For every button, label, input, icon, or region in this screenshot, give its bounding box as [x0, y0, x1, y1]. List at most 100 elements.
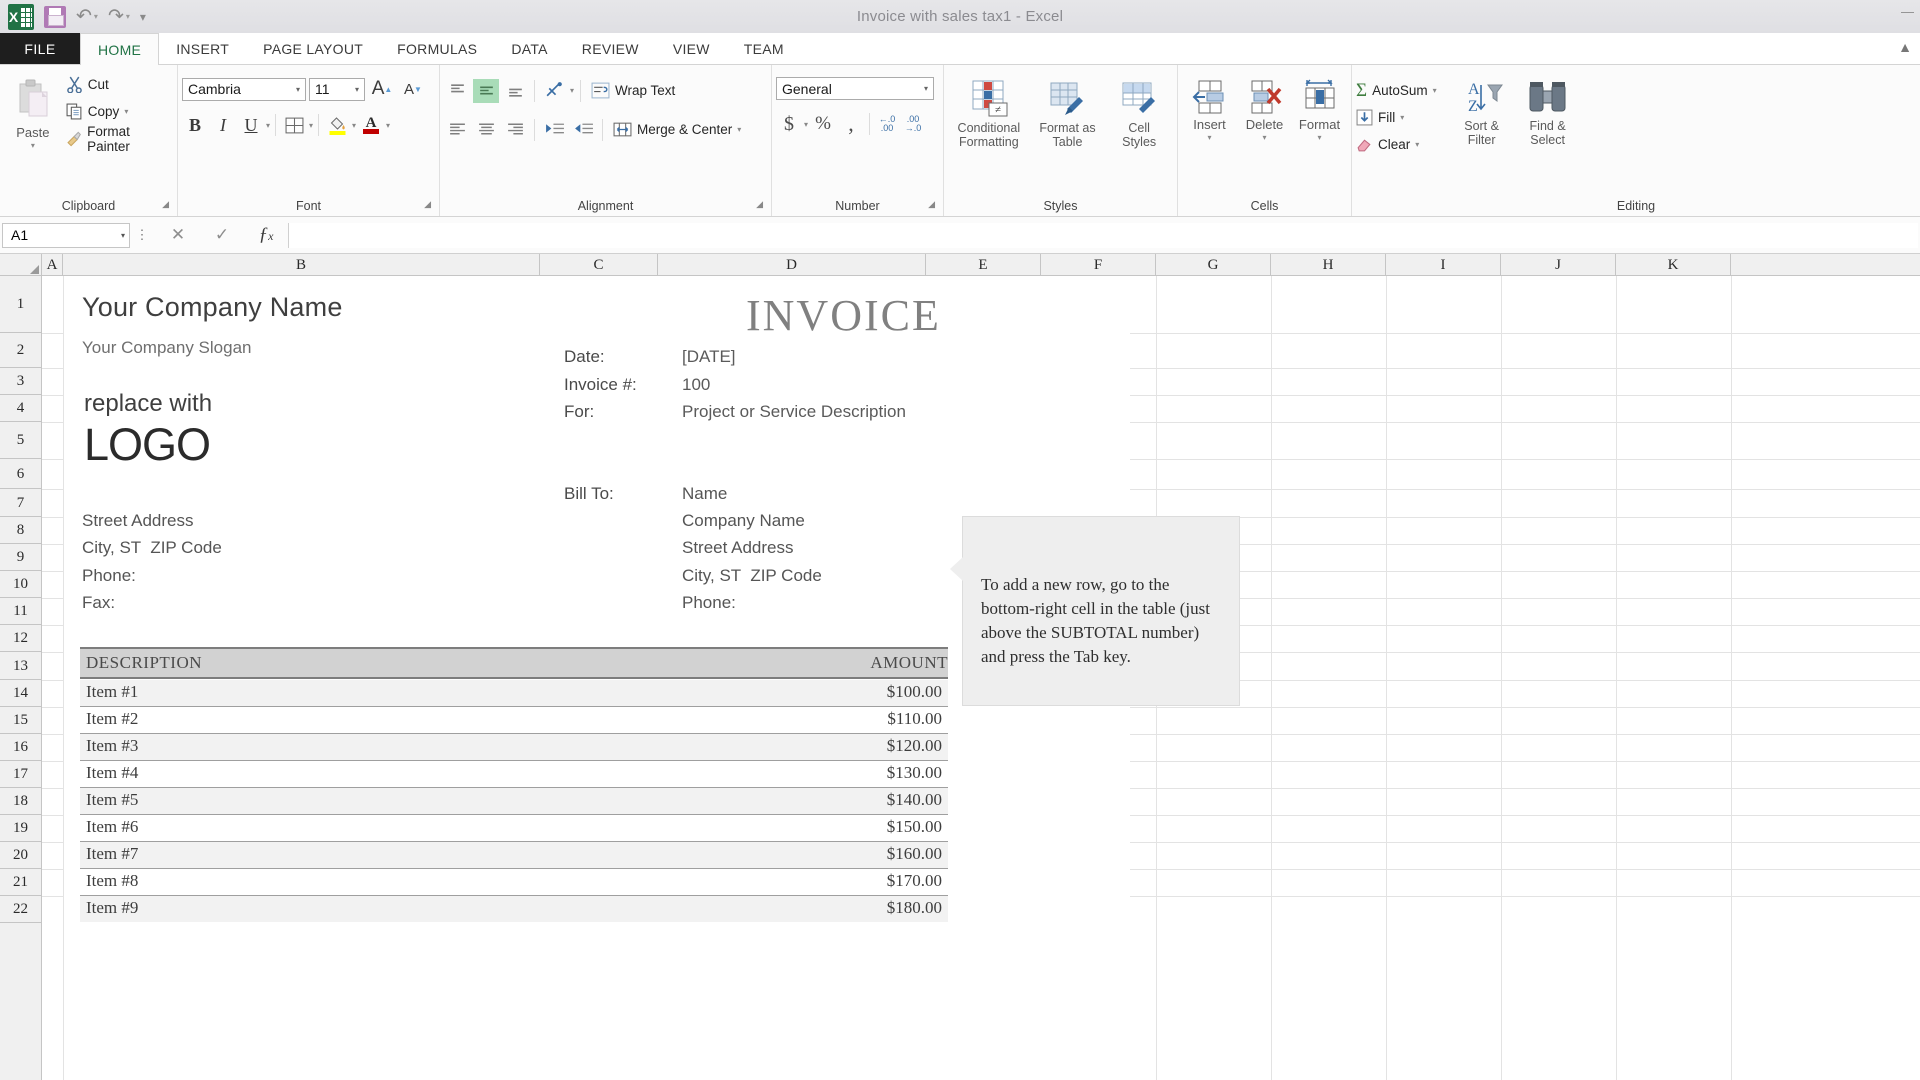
undo-icon[interactable]: ↶ ▾ [76, 7, 98, 26]
table-row-description[interactable]: Item #4 [86, 763, 138, 783]
table-row-amount[interactable]: $110.00 [887, 709, 942, 729]
sort-filter-button[interactable]: A Z Sort & Filter [1449, 75, 1515, 147]
redo-icon[interactable]: ↷ ▾ [108, 7, 130, 26]
row-header-2[interactable]: 2 [0, 333, 41, 368]
save-icon[interactable] [44, 5, 66, 28]
insert-cells-button[interactable]: Insert ▾ [1182, 75, 1237, 142]
percent-button[interactable]: % [810, 112, 836, 136]
number-dialog-launcher[interactable]: ◢ [928, 194, 935, 214]
row-header-9[interactable]: 9 [0, 544, 41, 571]
fx-icon[interactable]: ƒx [244, 224, 288, 246]
comment-callout[interactable]: To add a new row, go to the bottom-right… [950, 516, 1240, 706]
font-name-combo[interactable]: Cambria ▾ [182, 77, 306, 101]
table-row-description[interactable]: Item #1 [86, 682, 138, 702]
table-row-amount[interactable]: $180.00 [887, 898, 942, 918]
minimize-icon[interactable]: — [1901, 4, 1914, 19]
check-icon[interactable]: ✓ [200, 225, 244, 245]
paste-button[interactable]: Paste ▾ [4, 69, 62, 150]
select-all-corner[interactable] [0, 254, 42, 275]
tab-view[interactable]: VIEW [656, 33, 727, 64]
conditional-formatting-button[interactable]: ≠ Conditional Formatting [951, 75, 1027, 149]
collapse-ribbon-icon[interactable]: ▲ [1898, 39, 1912, 55]
row-header-3[interactable]: 3 [0, 368, 41, 395]
column-header-J[interactable]: J [1501, 254, 1616, 275]
tab-review[interactable]: REVIEW [565, 33, 656, 64]
number-format-combo[interactable]: General ▾ [776, 77, 934, 100]
cell-sender-city[interactable]: City, ST ZIP Code [82, 538, 222, 558]
orientation-dropdown-icon[interactable]: ▾ [570, 86, 574, 95]
decrease-indent-button[interactable] [541, 118, 567, 142]
cell-bill-to-phone[interactable]: Phone: [682, 593, 736, 613]
row-header-14[interactable]: 14 [0, 680, 41, 707]
tab-file[interactable]: FILE [0, 33, 80, 64]
underline-button[interactable]: U [238, 113, 264, 137]
tab-formulas[interactable]: FORMULAS [380, 33, 494, 64]
align-bottom-button[interactable] [502, 79, 528, 103]
row-header-5[interactable]: 5 [0, 422, 41, 459]
autosum-button[interactable]: Σ AutoSum ▾ [1356, 77, 1437, 104]
table-row-amount[interactable]: $100.00 [887, 682, 942, 702]
cell-date-value[interactable]: [DATE] [682, 347, 736, 367]
underline-dropdown-icon[interactable]: ▾ [266, 121, 270, 130]
column-header-K[interactable]: K [1616, 254, 1731, 275]
shrink-font-button[interactable]: A ▼ [399, 77, 427, 101]
clipboard-dialog-launcher[interactable]: ◢ [162, 194, 169, 214]
clear-button[interactable]: Clear ▾ [1356, 131, 1437, 158]
cell-sender-street[interactable]: Street Address [82, 511, 194, 531]
column-header-D[interactable]: D [658, 254, 926, 275]
alignment-dialog-launcher[interactable]: ◢ [756, 194, 763, 214]
table-header-amount[interactable]: AMOUNT [870, 653, 948, 673]
fill-color-button[interactable] [324, 113, 350, 137]
table-row-description[interactable]: Item #5 [86, 790, 138, 810]
table-row-description[interactable]: Item #2 [86, 709, 138, 729]
bold-button[interactable]: B [182, 113, 208, 137]
table-row-description[interactable]: Item #6 [86, 817, 138, 837]
cell-logo-placeholder-line2[interactable]: LOGO [84, 419, 211, 471]
row-header-18[interactable]: 18 [0, 788, 41, 815]
column-header-H[interactable]: H [1271, 254, 1386, 275]
cell-sender-fax[interactable]: Fax: [82, 593, 115, 613]
increase-decimal-button[interactable]: ←.0.00 [875, 112, 899, 136]
cell-for-value[interactable]: Project or Service Description [682, 402, 906, 422]
column-header-B[interactable]: B [63, 254, 540, 275]
cell-sender-phone[interactable]: Phone: [82, 566, 136, 586]
grow-font-button[interactable]: A ▲ [368, 77, 396, 101]
row-header-13[interactable]: 13 [0, 652, 41, 680]
wrap-text-button[interactable]: Wrap Text [591, 77, 675, 104]
currency-dropdown-icon[interactable]: ▾ [804, 120, 808, 129]
row-header-21[interactable]: 21 [0, 869, 41, 896]
cut-button[interactable]: Cut [66, 71, 173, 98]
font-color-button[interactable]: A [358, 113, 384, 137]
delete-cells-button[interactable]: Delete ▾ [1237, 75, 1292, 142]
table-row-amount[interactable]: $150.00 [887, 817, 942, 837]
decrease-decimal-button[interactable]: .00 →.0 [901, 112, 925, 136]
row-header-6[interactable]: 6 [0, 459, 41, 489]
table-row-amount[interactable]: $120.00 [887, 736, 942, 756]
column-header-F[interactable]: F [1041, 254, 1156, 275]
comma-button[interactable]: , [838, 112, 864, 136]
column-header-C[interactable]: C [540, 254, 658, 275]
align-top-button[interactable] [444, 79, 470, 103]
cell-bill-to-city[interactable]: City, ST ZIP Code [682, 566, 822, 586]
cell-for-label[interactable]: For: [564, 402, 594, 422]
cell-company-name[interactable]: Your Company Name [82, 292, 343, 323]
cell-invoice-number-value[interactable]: 100 [682, 375, 710, 395]
tab-insert[interactable]: INSERT [159, 33, 246, 64]
cell-bill-to-company[interactable]: Company Name [682, 511, 805, 531]
merge-center-button[interactable]: Merge & Center ▾ [613, 116, 741, 143]
cell-logo-placeholder-line1[interactable]: replace with [84, 390, 212, 418]
row-header-8[interactable]: 8 [0, 517, 41, 544]
row-header-11[interactable]: 11 [0, 598, 41, 625]
table-row-amount[interactable]: $130.00 [887, 763, 942, 783]
cell-invoice-number-label[interactable]: Invoice #: [564, 375, 637, 395]
table-row-description[interactable]: Item #8 [86, 871, 138, 891]
fill-color-dropdown-icon[interactable]: ▾ [352, 121, 356, 130]
column-header-G[interactable]: G [1156, 254, 1271, 275]
currency-button[interactable]: $ [776, 112, 802, 136]
increase-indent-button[interactable] [570, 118, 596, 142]
align-right-button[interactable] [502, 118, 528, 142]
customize-qat-icon[interactable]: ▾ [140, 11, 146, 23]
row-header-20[interactable]: 20 [0, 842, 41, 869]
tab-page-layout[interactable]: PAGE LAYOUT [246, 33, 380, 64]
format-painter-button[interactable]: Format Painter [66, 124, 173, 154]
